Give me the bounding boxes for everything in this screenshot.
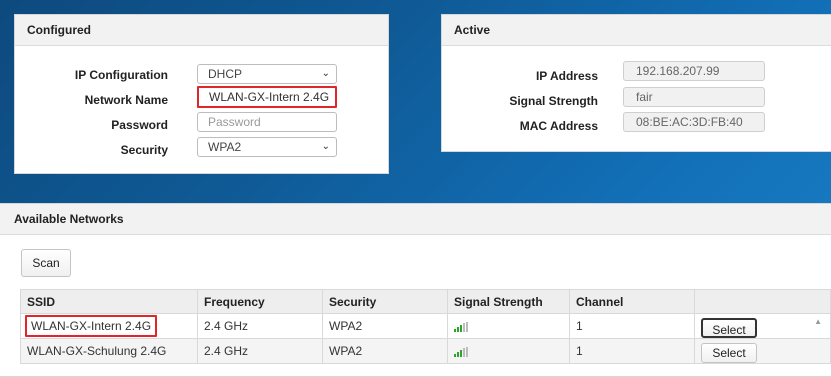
scroll-up-arrow-icon[interactable]: ▲ <box>814 317 822 326</box>
active-title: Active <box>442 15 831 46</box>
frequency-cell: 2.4 GHz <box>197 313 323 339</box>
scan-button[interactable]: Scan <box>21 249 71 277</box>
action-cell: Select ▲ <box>694 313 831 339</box>
column-security: Security <box>322 289 448 314</box>
security-cell: WPA2 <box>322 313 448 339</box>
network-ssid: WLAN-GX-Intern 2.4G <box>25 315 158 337</box>
chevron-down-icon: ⌄ <box>321 141 330 152</box>
signal-strength-value: fair <box>623 87 765 107</box>
available-networks-title: Available Networks <box>0 204 831 235</box>
frequency-cell: 2.4 GHz <box>197 338 323 364</box>
configured-title: Configured <box>15 15 388 46</box>
select-button[interactable]: Select <box>701 318 757 338</box>
network-name-field[interactable]: WLAN-GX-Intern 2.4G <box>197 86 337 108</box>
table-row[interactable]: WLAN-GX-Intern 2.4G 2.4 GHz WPA2 1 Selec… <box>20 313 831 339</box>
ssid-cell: WLAN-GX-Intern 2.4G <box>20 313 198 339</box>
action-cell: Select <box>694 338 831 364</box>
mac-address-label: MAC Address <box>519 119 598 133</box>
network-ssid: WLAN-GX-Schulung 2.4G <box>20 338 198 364</box>
ip-address-value: 192.168.207.99 <box>623 61 765 81</box>
column-signal-strength: Signal Strength <box>447 289 570 314</box>
signal-strength-label: Signal Strength <box>509 94 598 108</box>
security-select[interactable]: WPA2 ⌄ <box>197 137 337 157</box>
security-cell: WPA2 <box>322 338 448 364</box>
ip-configuration-select[interactable]: DHCP ⌄ <box>197 64 337 84</box>
select-button[interactable]: Select <box>701 343 757 363</box>
signal-cell <box>447 338 570 364</box>
signal-cell <box>447 313 570 339</box>
chevron-down-icon: ⌄ <box>321 68 330 79</box>
password-label: Password <box>111 118 168 132</box>
signal-bars-icon <box>454 346 468 357</box>
table-header-row: SSID Frequency Security Signal Strength … <box>20 289 831 314</box>
table-row[interactable]: WLAN-GX-Schulung 2.4G 2.4 GHz WPA2 1 Sel… <box>20 338 831 364</box>
password-field[interactable]: Password <box>197 112 337 132</box>
column-frequency: Frequency <box>197 289 323 314</box>
networks-table: SSID Frequency Security Signal Strength … <box>20 289 831 364</box>
security-value: WPA2 <box>208 140 242 154</box>
ip-configuration-label: IP Configuration <box>74 68 168 82</box>
configured-panel: Configured IP Configuration DHCP ⌄ Netwo… <box>14 14 389 174</box>
channel-cell: 1 <box>569 313 695 339</box>
channel-cell: 1 <box>569 338 695 364</box>
ip-configuration-value: DHCP <box>208 67 243 81</box>
network-name-label: Network Name <box>84 93 168 107</box>
mac-address-value: 08:BE:AC:3D:FB:40 <box>623 112 765 132</box>
ip-address-label: IP Address <box>535 69 598 83</box>
security-label: Security <box>120 143 168 157</box>
column-ssid: SSID <box>20 289 198 314</box>
active-panel: Active IP Address 192.168.207.99 Signal … <box>441 14 831 152</box>
signal-bars-icon <box>454 321 468 332</box>
column-action <box>694 289 831 314</box>
column-channel: Channel <box>569 289 695 314</box>
